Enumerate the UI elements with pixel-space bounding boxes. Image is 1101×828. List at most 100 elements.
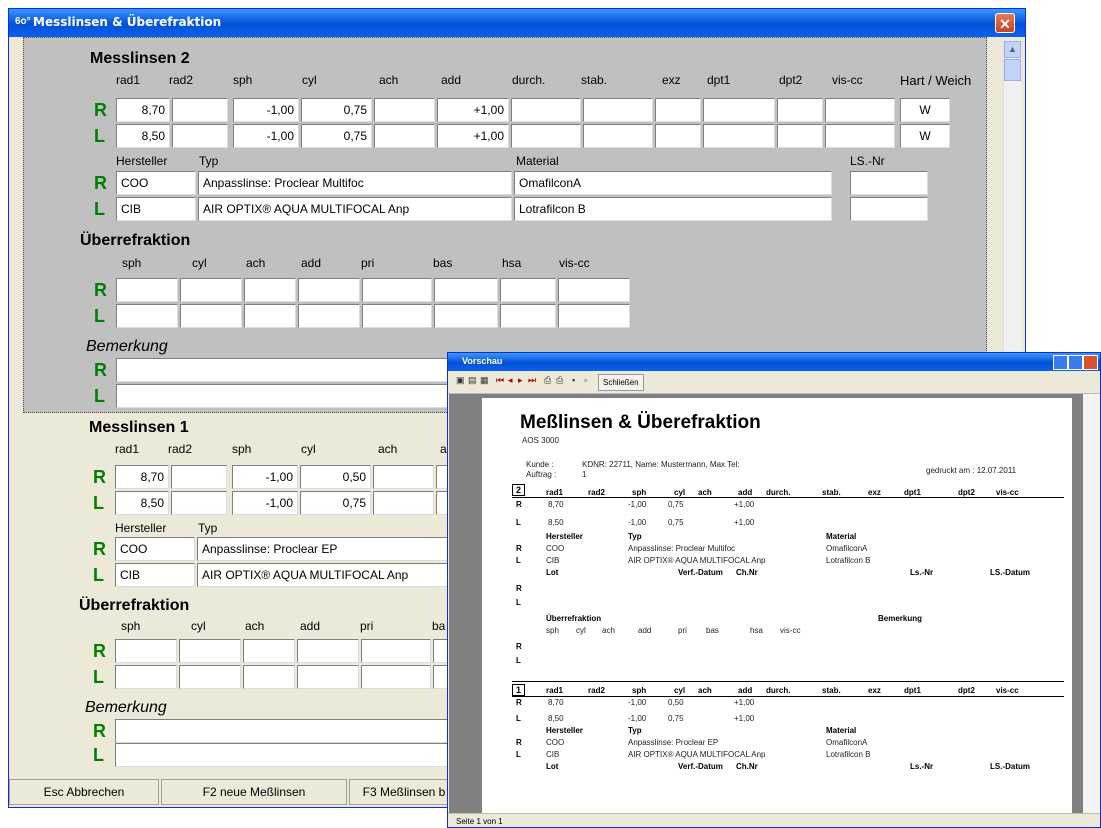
next-page-icon[interactable]: ▸ <box>518 375 523 386</box>
s1-rad1-r-field[interactable]: 8,70 <box>115 465 169 489</box>
u1-cyl-r-field[interactable] <box>179 639 241 663</box>
s1-rad1-l-field[interactable]: 8,50 <box>115 491 169 515</box>
u2-vis-cc-r-field[interactable] <box>558 278 630 302</box>
scroll-up-icon[interactable]: ▲ <box>1004 41 1021 58</box>
sph-l-field[interactable]: -1,00 <box>233 124 299 148</box>
print-icon[interactable]: ⎙ <box>556 375 563 386</box>
stab-l-field[interactable] <box>583 124 653 148</box>
typ-l-field[interactable]: AIR OPTIX® AQUA MULTIFOCAL Anp <box>198 197 512 221</box>
hart-weich-r-field[interactable]: W <box>900 98 950 122</box>
u2-ach-l-field[interactable] <box>244 304 296 328</box>
dpt2-l-field[interactable] <box>777 124 823 148</box>
u1-cyl-l-field[interactable] <box>179 665 241 689</box>
ach-l-field[interactable] <box>374 124 435 148</box>
maximize-button[interactable] <box>1068 355 1083 370</box>
open-icon[interactable]: ▫ <box>584 375 587 385</box>
material-r-field[interactable]: OmafilconA <box>514 171 832 195</box>
u1-sph-l-field[interactable] <box>115 665 177 689</box>
u2-ach-r-field[interactable] <box>244 278 296 302</box>
s1-ach-l-field[interactable] <box>373 491 434 515</box>
cyl-r-field[interactable]: 0,75 <box>301 98 372 122</box>
p2-ucol-cyl: cyl <box>576 626 586 635</box>
u2-cyl-r-field[interactable] <box>180 278 242 302</box>
s1-hersteller-r-field[interactable]: COO <box>115 537 195 561</box>
u2-cyl-l-field[interactable] <box>180 304 242 328</box>
s1-sph-r-field[interactable]: -1,00 <box>232 465 298 489</box>
hersteller-r-field[interactable]: COO <box>116 171 196 195</box>
add-l-field[interactable]: +1,00 <box>437 124 509 148</box>
u2-hsa-l-field[interactable] <box>500 304 556 328</box>
esc-abbrechen-button[interactable]: Esc Abbrechen <box>9 779 159 805</box>
scroll-thumb[interactable] <box>1004 59 1021 81</box>
s1-sph-l-field[interactable]: -1,00 <box>232 491 298 515</box>
cyl-l-field[interactable]: 0,75 <box>301 124 372 148</box>
add-r-field[interactable]: +1,00 <box>437 98 509 122</box>
s1-cyl-r-field[interactable]: 0,50 <box>300 465 371 489</box>
s1-hersteller-l-field[interactable]: CIB <box>115 563 195 587</box>
f2-neue-messlinsen-button[interactable]: F2 neue Meßlinsen <box>161 779 347 805</box>
u1-add-l-field[interactable] <box>297 665 359 689</box>
dpt1-r-field[interactable] <box>703 98 775 122</box>
save-icon[interactable]: ▪ <box>572 375 575 385</box>
schliessen-button[interactable]: Schließen <box>598 374 644 391</box>
rad2-r-field[interactable] <box>172 98 228 122</box>
u2-pri-l-field[interactable] <box>362 304 432 328</box>
s1-cyl-l-field[interactable]: 0,75 <box>300 491 371 515</box>
main-scrollbar[interactable]: ▲ <box>1003 41 1021 401</box>
s1-typ-r-field[interactable]: Anpasslinse: Proclear EP <box>197 537 457 561</box>
two-page-icon[interactable]: ▤ <box>468 375 477 386</box>
hersteller-l-field[interactable]: CIB <box>116 197 196 221</box>
durch-r-field[interactable] <box>511 98 581 122</box>
u2-hsa-r-field[interactable] <box>500 278 556 302</box>
durch-l-field[interactable] <box>511 124 581 148</box>
sph-r-field[interactable]: -1,00 <box>233 98 299 122</box>
u2-sph-r-field[interactable] <box>116 278 178 302</box>
exz-l-field[interactable] <box>655 124 701 148</box>
vis-cc-r-field[interactable] <box>825 98 895 122</box>
u2-bas-r-field[interactable] <box>434 278 498 302</box>
u1-ach-r-field[interactable] <box>243 639 295 663</box>
u1-pri-l-field[interactable] <box>361 665 431 689</box>
stab-r-field[interactable] <box>583 98 653 122</box>
s1-rad2-l-field[interactable] <box>171 491 227 515</box>
u2-bas-l-field[interactable] <box>434 304 498 328</box>
f3-messlinsen-button[interactable]: F3 Meßlinsen b <box>349 779 459 805</box>
u1-pri-r-field[interactable] <box>361 639 431 663</box>
prev-page-icon[interactable]: ◂ <box>508 375 513 386</box>
u2-vis-cc-l-field[interactable] <box>558 304 630 328</box>
material-l-field[interactable]: Lotrafilcon B <box>514 197 832 221</box>
u1-add-r-field[interactable] <box>297 639 359 663</box>
page-view-icon[interactable]: ▣ <box>456 375 465 386</box>
close-button[interactable]: ✕ <box>995 13 1015 33</box>
lsnr-r-field[interactable] <box>850 171 928 195</box>
rad1-r-field[interactable]: 8,70 <box>116 98 170 122</box>
rad2-l-field[interactable] <box>172 124 228 148</box>
u2-pri-r-field[interactable] <box>362 278 432 302</box>
lsnr-l-field[interactable] <box>850 197 928 221</box>
vis-cc-l-field[interactable] <box>825 124 895 148</box>
u2-sph-l-field[interactable] <box>116 304 178 328</box>
u1-sph-r-field[interactable] <box>115 639 177 663</box>
minimize-button[interactable] <box>1053 355 1068 370</box>
preview-close-icon[interactable] <box>1083 355 1098 370</box>
ach-r-field[interactable] <box>374 98 435 122</box>
preview-scrollbar[interactable] <box>1083 394 1100 813</box>
last-page-icon[interactable]: ⏭ <box>528 375 536 386</box>
s1-ach-r-field[interactable] <box>373 465 434 489</box>
first-page-icon[interactable]: ⏮ <box>496 375 504 386</box>
s1-typ-l-field[interactable]: AIR OPTIX® AQUA MULTIFOCAL Anp <box>197 563 457 587</box>
exz-r-field[interactable] <box>655 98 701 122</box>
u2-add-l-field[interactable] <box>298 304 360 328</box>
hart-weich-l-field[interactable]: W <box>900 124 950 148</box>
bemerkung-1-r-field[interactable] <box>115 719 455 743</box>
rad1-l-field[interactable]: 8,50 <box>116 124 170 148</box>
typ-r-field[interactable]: Anpasslinse: Proclear Multifoc <box>198 171 512 195</box>
print-setup-icon[interactable]: ⎙ <box>544 375 551 386</box>
dpt2-r-field[interactable] <box>777 98 823 122</box>
dpt1-l-field[interactable] <box>703 124 775 148</box>
bemerkung-1-l-field[interactable] <box>115 743 455 767</box>
u2-add-r-field[interactable] <box>298 278 360 302</box>
zoom-icon[interactable]: ▦ <box>480 375 489 386</box>
u1-ach-l-field[interactable] <box>243 665 295 689</box>
s1-rad2-r-field[interactable] <box>171 465 227 489</box>
